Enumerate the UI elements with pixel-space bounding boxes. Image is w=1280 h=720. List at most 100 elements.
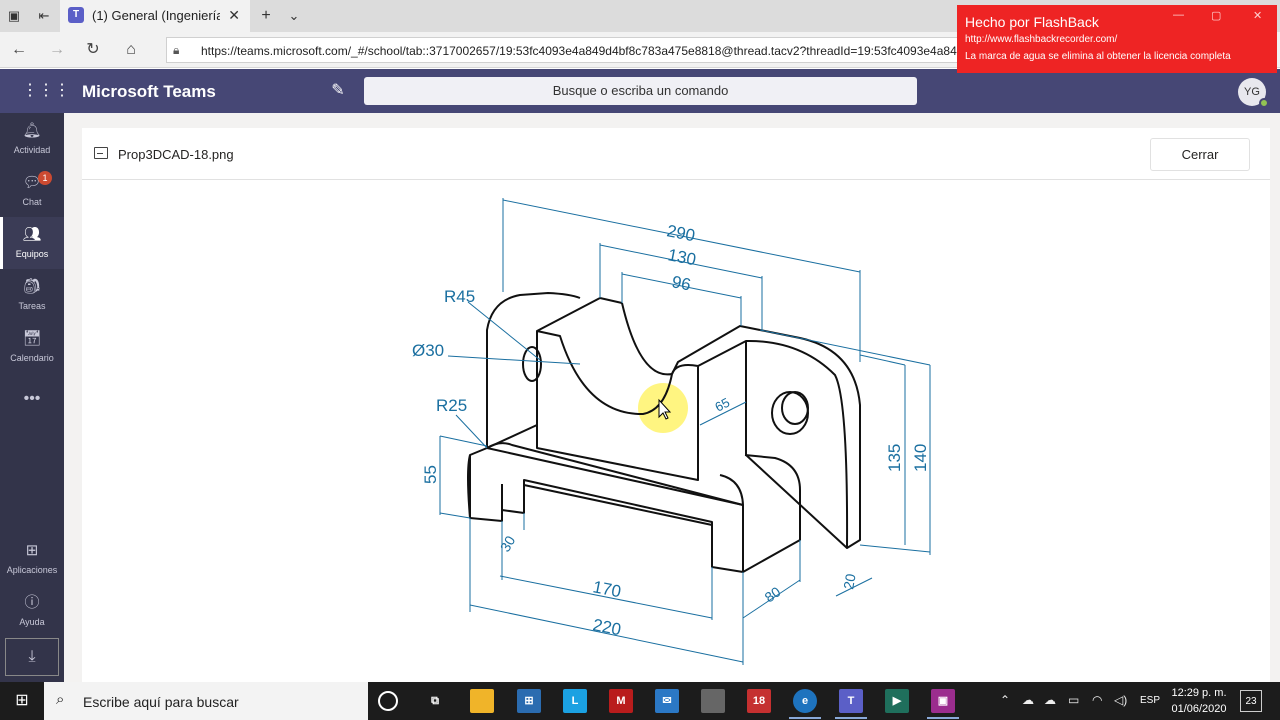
file-name: Prop3DCAD-18.png — [118, 147, 234, 162]
image-file-icon — [94, 147, 108, 159]
viewer-header: Prop3DCAD-18.png Cerrar — [82, 128, 1270, 180]
rail-item-calendar[interactable]: 📅︎ Calendario — [0, 321, 64, 373]
volume-icon[interactable]: ◁) — [1114, 693, 1127, 707]
technical-drawing: 290 130 96 R45 Ø30 R25 55 65 135 140 30 … — [412, 198, 931, 665]
forward-icon[interactable]: → — [47, 40, 67, 60]
dim-65: 65 — [712, 395, 732, 415]
new-tab-icon[interactable]: + — [258, 8, 274, 24]
minimize-icon[interactable]: — — [1173, 9, 1184, 21]
search-input[interactable]: Busque o escriba un comando — [364, 77, 917, 105]
clock-time[interactable]: 12:29 p. m. — [1164, 687, 1234, 699]
teams-taskbar-icon[interactable]: T — [835, 689, 867, 719]
rail-item-label: Chat — [22, 197, 42, 207]
file-explorer-icon[interactable] — [470, 689, 494, 713]
rail-item-label: Aplicaciones — [6, 565, 58, 575]
tab-manager-icon[interactable]: ▣ — [6, 8, 22, 24]
wifi-icon[interactable]: ◠ — [1092, 693, 1102, 707]
app-arrow-icon[interactable]: ▶ — [885, 689, 909, 713]
store-icon[interactable]: ⊞ — [517, 689, 541, 713]
apps-icon: ⊞ — [25, 542, 39, 559]
dim-r45: R45 — [444, 287, 475, 306]
chevron-up-icon[interactable]: ⌃ — [1000, 693, 1010, 707]
flashback-icon[interactable]: ▣ — [927, 689, 959, 719]
image-viewer: Prop3DCAD-18.png Cerrar 290 130 96 R45 Ø… — [82, 128, 1270, 682]
dim-80: 80 — [762, 583, 784, 605]
taskbar-search-text: Escribe aquí para buscar — [83, 694, 239, 710]
rail-item-chat[interactable]: 💬︎ Chat — [0, 165, 64, 217]
search-icon: ⌕ — [56, 691, 65, 708]
dim-55: 55 — [421, 465, 440, 484]
dim-290: 290 — [665, 221, 696, 245]
watermark-title: Hecho por FlashBack — [965, 14, 1099, 30]
mcafee-icon[interactable]: M — [609, 689, 633, 713]
rail-item-activity[interactable]: 🔔︎ Actividad — [0, 113, 64, 165]
rail-item-teams[interactable]: 👥︎ Equipos — [0, 217, 64, 269]
dim-96: 96 — [670, 272, 692, 294]
onedrive-icon[interactable]: ☁ — [1022, 693, 1034, 707]
dim-r25: R25 — [436, 396, 467, 415]
base-right-side — [742, 454, 801, 573]
rail-item-help[interactable]: ⓘ Ayuda — [0, 585, 64, 637]
rail-item-label: Ayuda — [19, 617, 45, 627]
app-launcher-icon[interactable]: ⋮⋮⋮ — [22, 81, 70, 101]
watermark-note: La marca de agua se elimina al obtener l… — [965, 51, 1231, 62]
app-title: Microsoft Teams — [82, 82, 216, 101]
teams-icon: 👥︎ — [22, 226, 42, 243]
saddle-left-top — [536, 297, 623, 332]
compose-icon[interactable]: ✎ — [328, 81, 348, 101]
more-apps-icon[interactable]: ••• — [0, 390, 64, 408]
back-icon[interactable]: ← — [9, 40, 29, 60]
browser-tab-active[interactable]: T (1) General (Ingeniería c ✕ — [60, 0, 250, 32]
taskbar-search-input[interactable]: ⌕ Escribe aquí para buscar — [44, 682, 368, 720]
lock-icon: 🔒︎ — [173, 43, 180, 57]
battery-icon[interactable]: ▭ — [1068, 693, 1079, 707]
download-icon[interactable]: ⤓ — [5, 638, 59, 676]
refresh-icon[interactable]: ↻ — [83, 40, 103, 60]
app-rail: 🔔︎ Actividad 💬︎ Chat 1 👥︎ Equipos 🎒︎ Tar… — [0, 113, 64, 682]
tab-close-icon[interactable]: ✕ — [228, 7, 240, 24]
rail-item-label: Tareas — [18, 301, 46, 311]
dim-135: 135 — [885, 444, 904, 472]
dim-130: 130 — [666, 245, 697, 269]
dim-30: 30 — [497, 533, 519, 555]
right-lug-inner — [745, 339, 849, 549]
tab-list-chevron-icon[interactable]: ⌄ — [286, 8, 302, 24]
cortana-icon[interactable] — [378, 691, 398, 711]
base-top-edge — [486, 442, 744, 506]
lug-hole — [771, 391, 809, 435]
windows-taskbar: ⊞ ⌕ Escribe aquí para buscar ⧉ ⊞ L M ✉ 1… — [0, 682, 1280, 720]
main-content: Prop3DCAD-18.png Cerrar 290 130 96 R45 Ø… — [64, 113, 1280, 682]
rail-item-assignments[interactable]: 🎒︎ Tareas — [0, 269, 64, 321]
maximize-icon[interactable]: ▢ — [1211, 9, 1221, 22]
app-l-icon[interactable]: L — [563, 689, 587, 713]
clock-date[interactable]: 01/06/2020 — [1164, 703, 1234, 715]
dim-220: 220 — [591, 615, 622, 639]
tab-aside-icon[interactable]: ⇤ — [36, 8, 52, 24]
rail-item-apps[interactable]: ⊞ Aplicaciones — [0, 533, 64, 585]
home-icon[interactable]: ⌂ — [121, 40, 141, 60]
close-icon[interactable]: ✕ — [1253, 9, 1262, 22]
teams-header: ⋮⋮⋮ Microsoft Teams ✎ Busque o escriba u… — [0, 69, 1280, 113]
mail-icon[interactable]: ✉ — [655, 689, 679, 713]
cloud-sync-icon[interactable]: ☁ — [1044, 693, 1056, 707]
rail-item-label: Actividad — [13, 145, 51, 155]
close-button[interactable]: Cerrar — [1150, 138, 1250, 171]
dim-dia30: Ø30 — [412, 341, 444, 360]
saddle-curve — [621, 302, 673, 376]
notification-center-icon[interactable]: 23 — [1240, 690, 1262, 712]
dim-140: 140 — [911, 444, 930, 472]
edge-icon[interactable]: e — [789, 689, 821, 719]
chat-unread-badge: 1 — [38, 171, 52, 185]
rail-item-label: Equipos — [15, 249, 49, 259]
windows-start-icon[interactable]: ⊞ — [0, 682, 44, 720]
watermark-url: http://www.flashbackrecorder.com/ — [965, 34, 1118, 45]
task-view-icon[interactable]: ⧉ — [423, 689, 447, 713]
presence-status-icon — [1259, 98, 1269, 108]
bell-icon: 🔔︎ — [22, 122, 42, 139]
teams-favicon-icon: T — [68, 7, 84, 23]
tab-title: (1) General (Ingeniería c — [92, 8, 220, 23]
flashback-watermark: Hecho por FlashBack http://www.flashback… — [957, 5, 1277, 73]
app-badge-icon[interactable]: 18 — [747, 689, 771, 713]
printer-app-icon[interactable] — [701, 689, 725, 713]
language-indicator[interactable]: ESP — [1140, 695, 1160, 706]
